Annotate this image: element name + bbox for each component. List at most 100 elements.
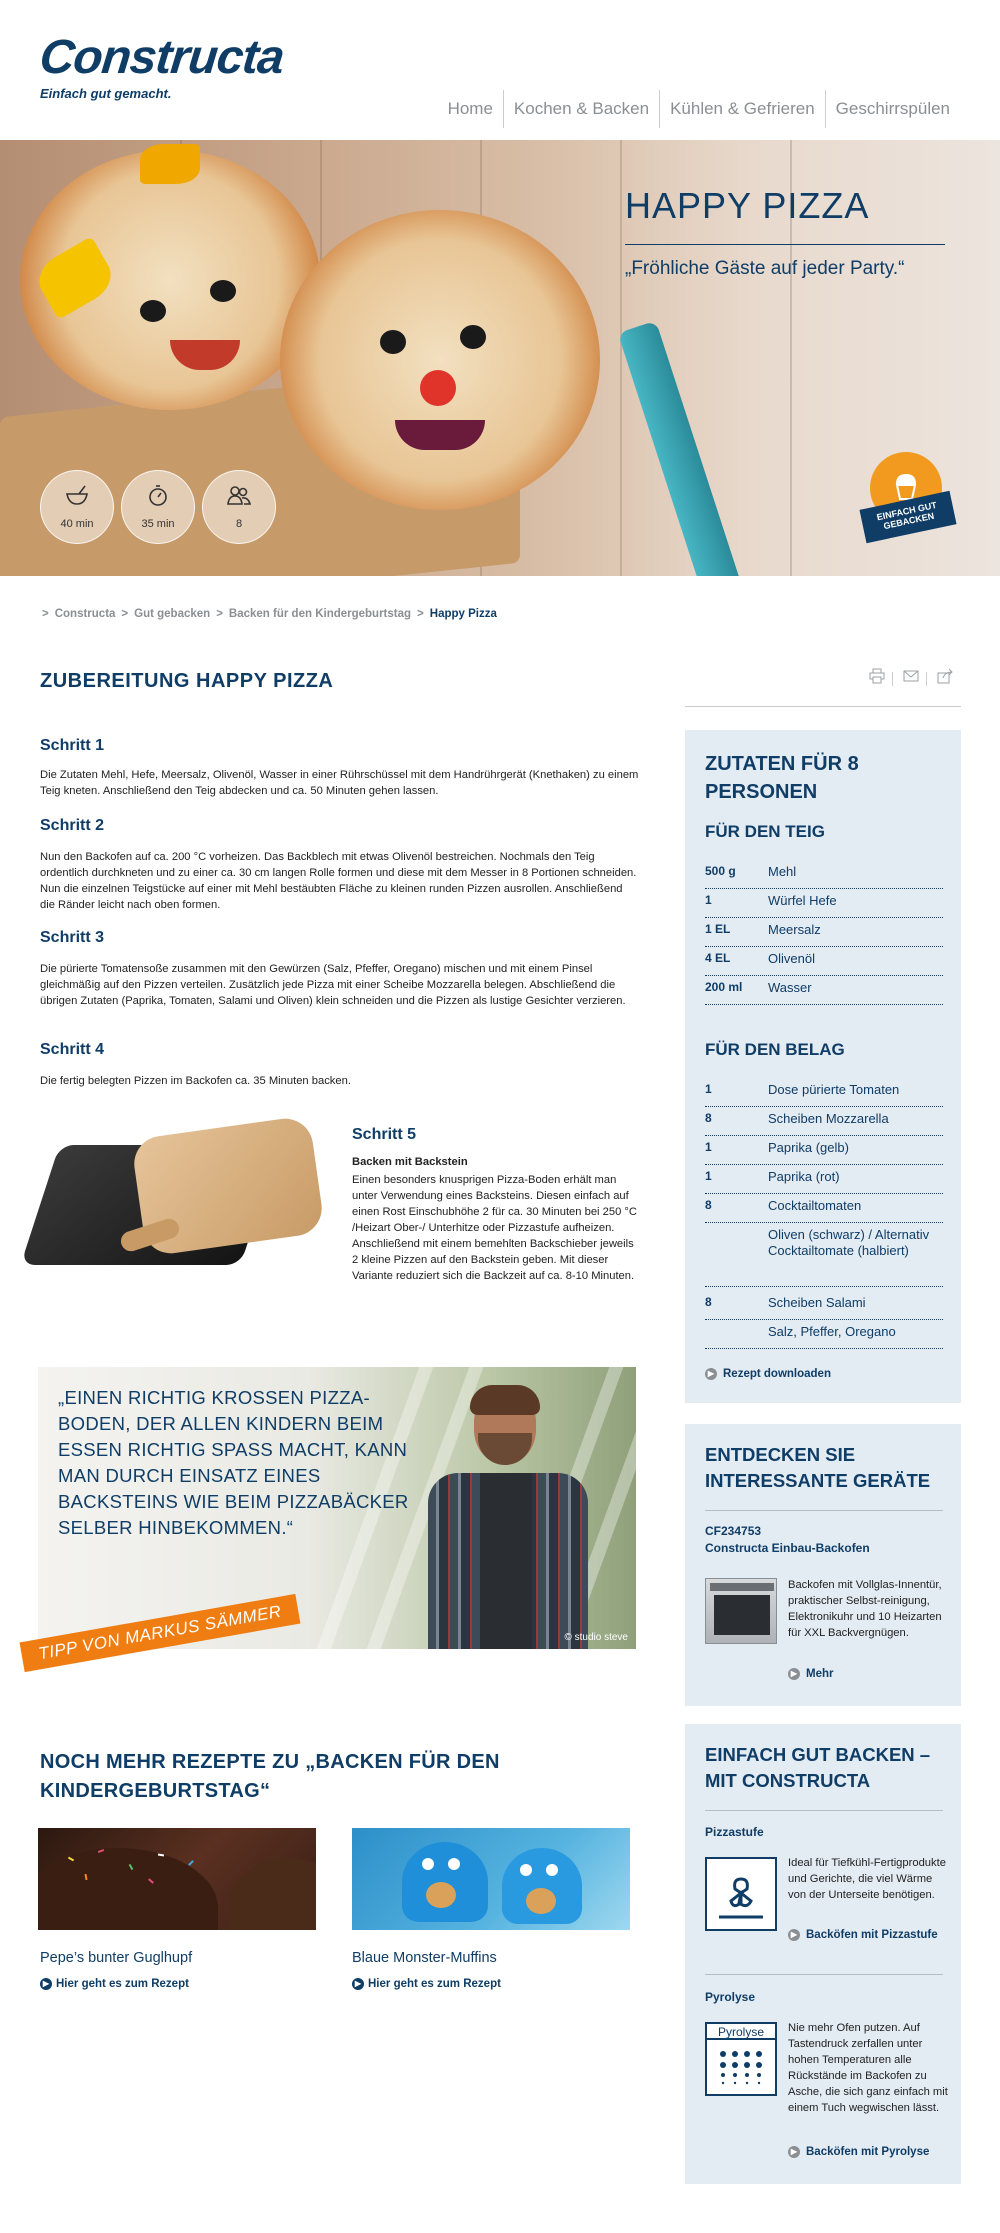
oven-image[interactable] — [705, 1578, 777, 1644]
ingredient-name: Scheiben Salami — [768, 1295, 866, 1310]
baking-features-box: EINFACH GUT BACKEN – MIT CONSTRUCTA Pizz… — [685, 1724, 961, 2184]
arrow-right-icon: ▶ — [40, 1978, 52, 1990]
ingredient-row: 1 Paprika (rot) — [705, 1169, 943, 1194]
step-text: Die pürierte Tomatensoße zusammen mit de… — [40, 963, 626, 1007]
oven-control-panel — [710, 1583, 774, 1591]
ingredient-name: Dose pürierte Tomaten — [768, 1082, 900, 1097]
recipe-image-muffins[interactable] — [352, 1828, 630, 1930]
ingredient-qty: 1 EL — [705, 922, 731, 936]
ingredient-qty: 500 g — [705, 864, 736, 878]
nav-item-home[interactable]: Home — [438, 90, 503, 128]
stat-servings: 8 — [202, 470, 276, 544]
sprinkle — [188, 1860, 194, 1866]
ingredient-name: Mehl — [768, 864, 797, 879]
arrow-right-icon: ▶ — [352, 1978, 364, 1990]
pizza-face-image — [20, 144, 320, 410]
ingredient-row: 500 g Mehl — [705, 864, 943, 889]
feature-link-label: Backöfen mit Pizzastufe — [806, 1929, 938, 1941]
hero-title: HAPPY PIZZA — [625, 185, 870, 226]
wood-plank — [620, 140, 622, 576]
recipe-link[interactable]: ▶ Hier geht es zum Rezept — [352, 1978, 501, 1990]
monster-eye — [546, 1864, 558, 1876]
cookie-mouth — [426, 1882, 456, 1908]
baking-title: EINFACH GUT BACKEN – MIT CONSTRUCTA — [705, 1744, 931, 1791]
ingredient-name: Scheiben Mozzarella — [768, 1111, 889, 1126]
device-name[interactable]: Constructa Einbau-Backofen — [705, 1541, 870, 1555]
download-recipe-link[interactable]: ▶ Rezept downloaden — [705, 1368, 831, 1380]
ingredient-name: Olivenöl — [768, 951, 815, 966]
breadcrumb-separator: > — [417, 608, 424, 620]
quote-text: „EINEN RICHTIG KROSSEN PIZZA-BODEN, DER … — [58, 1387, 409, 1538]
share-divider — [892, 672, 893, 686]
ingredient-row: Oliven (schwarz) / Alternativ Cocktailto… — [705, 1227, 943, 1287]
mixing-bowl-icon — [41, 484, 113, 512]
olive-eye — [460, 325, 486, 349]
step-title: Schritt 1 — [40, 737, 105, 754]
nav-item-geschirrspuelen[interactable]: Geschirrspülen — [824, 90, 960, 128]
feature-title: Pizzastufe — [705, 1825, 764, 1839]
breadcrumb-item[interactable]: Backen für den Kindergeburtstag — [229, 608, 411, 620]
ingredient-row: 8 Scheiben Salami — [705, 1295, 943, 1320]
ingredient-name: Cocktailtomaten — [768, 1198, 862, 1213]
feature-link[interactable]: ▶ Backöfen mit Pyrolyse — [788, 2144, 948, 2160]
pizza-mode-icon — [705, 1857, 777, 1931]
device-id: CF234753 — [705, 1524, 762, 1538]
more-label: Mehr — [806, 1668, 834, 1680]
ingredient-qty: 8 — [705, 1295, 712, 1309]
ingredient-row: 1 Würfel Hefe — [705, 893, 943, 918]
print-icon[interactable] — [869, 668, 885, 688]
arrow-right-icon: ▶ — [788, 1929, 800, 1941]
olive-eye — [210, 280, 236, 302]
main-nav: Home Kochen & Backen Kühlen & Gefrieren … — [438, 90, 960, 128]
pizza-mouth — [170, 340, 240, 370]
ingredient-name: Paprika (rot) — [768, 1169, 840, 1184]
feature-link-label: Backöfen mit Pyrolyse — [806, 2146, 930, 2158]
ingredient-name: Würfel Hefe — [768, 893, 837, 908]
step-title: Schritt 5 — [352, 1126, 417, 1143]
recipe-title[interactable]: Blaue Monster-Muffins — [352, 1950, 497, 1966]
recipe-image-guglhupf[interactable] — [38, 1828, 316, 1930]
ingredient-row: 1 Dose pürierte Tomaten — [705, 1082, 943, 1107]
cookie-mouth — [526, 1888, 556, 1914]
dots-pattern — [720, 2051, 762, 2085]
ingredient-name: Salz, Pfeffer, Oregano — [768, 1324, 896, 1339]
feature-text: Nie mehr Ofen putzen. Auf Tastendruck ze… — [788, 2022, 948, 2114]
chef-beard — [478, 1433, 532, 1465]
pizza-mouth — [395, 420, 485, 450]
pepper-slice — [30, 236, 120, 320]
hero-subtitle: „Fröhliche Gäste auf jeder Party.“ — [625, 258, 905, 279]
step-text: Die fertig belegten Pizzen im Backofen c… — [40, 1075, 351, 1087]
ingredient-qty: 4 EL — [705, 951, 731, 965]
step-subtitle: Backen mit Backstein — [352, 1156, 468, 1168]
dough-title: FÜR DEN TEIG — [705, 822, 825, 841]
ingredients-title: ZUTATEN FÜR 8 PERSONEN — [705, 753, 859, 803]
logo[interactable]: Constructa — [37, 30, 286, 85]
download-label: Rezept downloaden — [723, 1368, 831, 1380]
recipe-title[interactable]: Pepe’s bunter Guglhupf — [40, 1950, 192, 1966]
ingredient-name: Paprika (gelb) — [768, 1140, 849, 1155]
step-title: Schritt 3 — [40, 929, 105, 946]
tomato-nose — [420, 370, 456, 406]
nav-item-kuehlen-gefrieren[interactable]: Kühlen & Gefrieren — [659, 90, 825, 128]
more-recipes-title: NOCH MEHR REZEPTE ZU „BACKEN FÜR DEN KIN… — [40, 1751, 500, 1802]
breadcrumb-item[interactable]: Gut gebacken — [134, 608, 210, 620]
ingredient-qty: 1 — [705, 1140, 712, 1154]
pepper-slice — [140, 144, 200, 184]
feature-link[interactable]: ▶ Backöfen mit Pizzastufe — [788, 1927, 948, 1943]
nav-item-kochen-backen[interactable]: Kochen & Backen — [502, 90, 659, 128]
breadcrumb-separator: > — [121, 608, 129, 620]
monster-eye — [520, 1864, 532, 1876]
breadcrumb-current: Happy Pizza — [429, 608, 497, 620]
ingredient-row: 8 Cocktailtomaten — [705, 1198, 943, 1223]
recipe-link[interactable]: ▶ Hier geht es zum Rezept — [40, 1978, 189, 1990]
device-description: Backofen mit Vollglas-Innentür, praktisc… — [788, 1579, 942, 1639]
share-icon[interactable] — [937, 668, 953, 688]
breadcrumb-separator: > — [216, 608, 223, 620]
recipe-link-label: Hier geht es zum Rezept — [56, 1978, 189, 1990]
more-link[interactable]: ▶ Mehr — [788, 1668, 833, 1680]
mail-icon[interactable] — [903, 668, 919, 688]
fork-image — [617, 320, 743, 576]
breadcrumb-item[interactable]: Constructa — [55, 608, 116, 620]
share-divider — [926, 672, 927, 686]
photo-credit: © studio steve — [564, 1632, 628, 1643]
